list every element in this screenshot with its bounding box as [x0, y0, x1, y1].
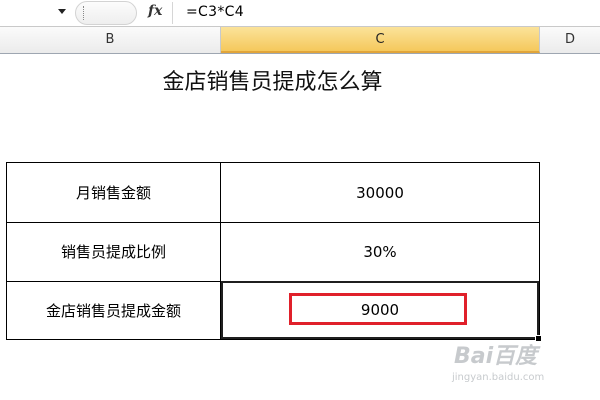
formula-bar: fx =C3*C4 — [0, 0, 600, 27]
cell-label[interactable]: 金店销售员提成金额 — [7, 281, 221, 339]
baidu-logo: Bai百度 — [454, 344, 538, 369]
table-row: 销售员提成比例 30% — [7, 222, 539, 282]
column-header-row: B C D — [0, 27, 600, 54]
column-header-b[interactable]: B — [0, 27, 221, 53]
formula-input[interactable]: =C3*C4 — [186, 4, 244, 20]
sheet-title[interactable]: 金店销售员提成怎么算 — [0, 64, 545, 96]
name-box-dropdown-icon[interactable] — [58, 9, 66, 14]
column-header-d[interactable]: D — [540, 27, 600, 53]
data-table: 月销售金额 30000 销售员提成比例 30% 金店销售员提成金额 9000 — [6, 162, 542, 342]
cell-label[interactable]: 销售员提成比例 — [7, 222, 221, 281]
selected-cell[interactable]: 9000 — [221, 281, 542, 342]
insert-function-icon[interactable]: fx — [148, 3, 162, 19]
watermark-url: jingyan.baidu.com — [452, 372, 545, 383]
table-row: 月销售金额 30000 — [7, 163, 539, 223]
column-header-c[interactable]: C — [221, 27, 540, 53]
formula-bar-divider — [172, 2, 173, 24]
cell-label[interactable]: 月销售金额 — [7, 163, 221, 222]
cell-value[interactable]: 30000 — [221, 163, 539, 222]
highlight-box — [289, 293, 467, 325]
table-row: 金店销售员提成金额 9000 — [7, 281, 542, 342]
formula-bar-resize-handle[interactable] — [75, 1, 137, 25]
watermark-logo: Bai百度 jingyan.baidu.com — [440, 338, 600, 390]
cell-value[interactable]: 30% — [221, 222, 539, 281]
